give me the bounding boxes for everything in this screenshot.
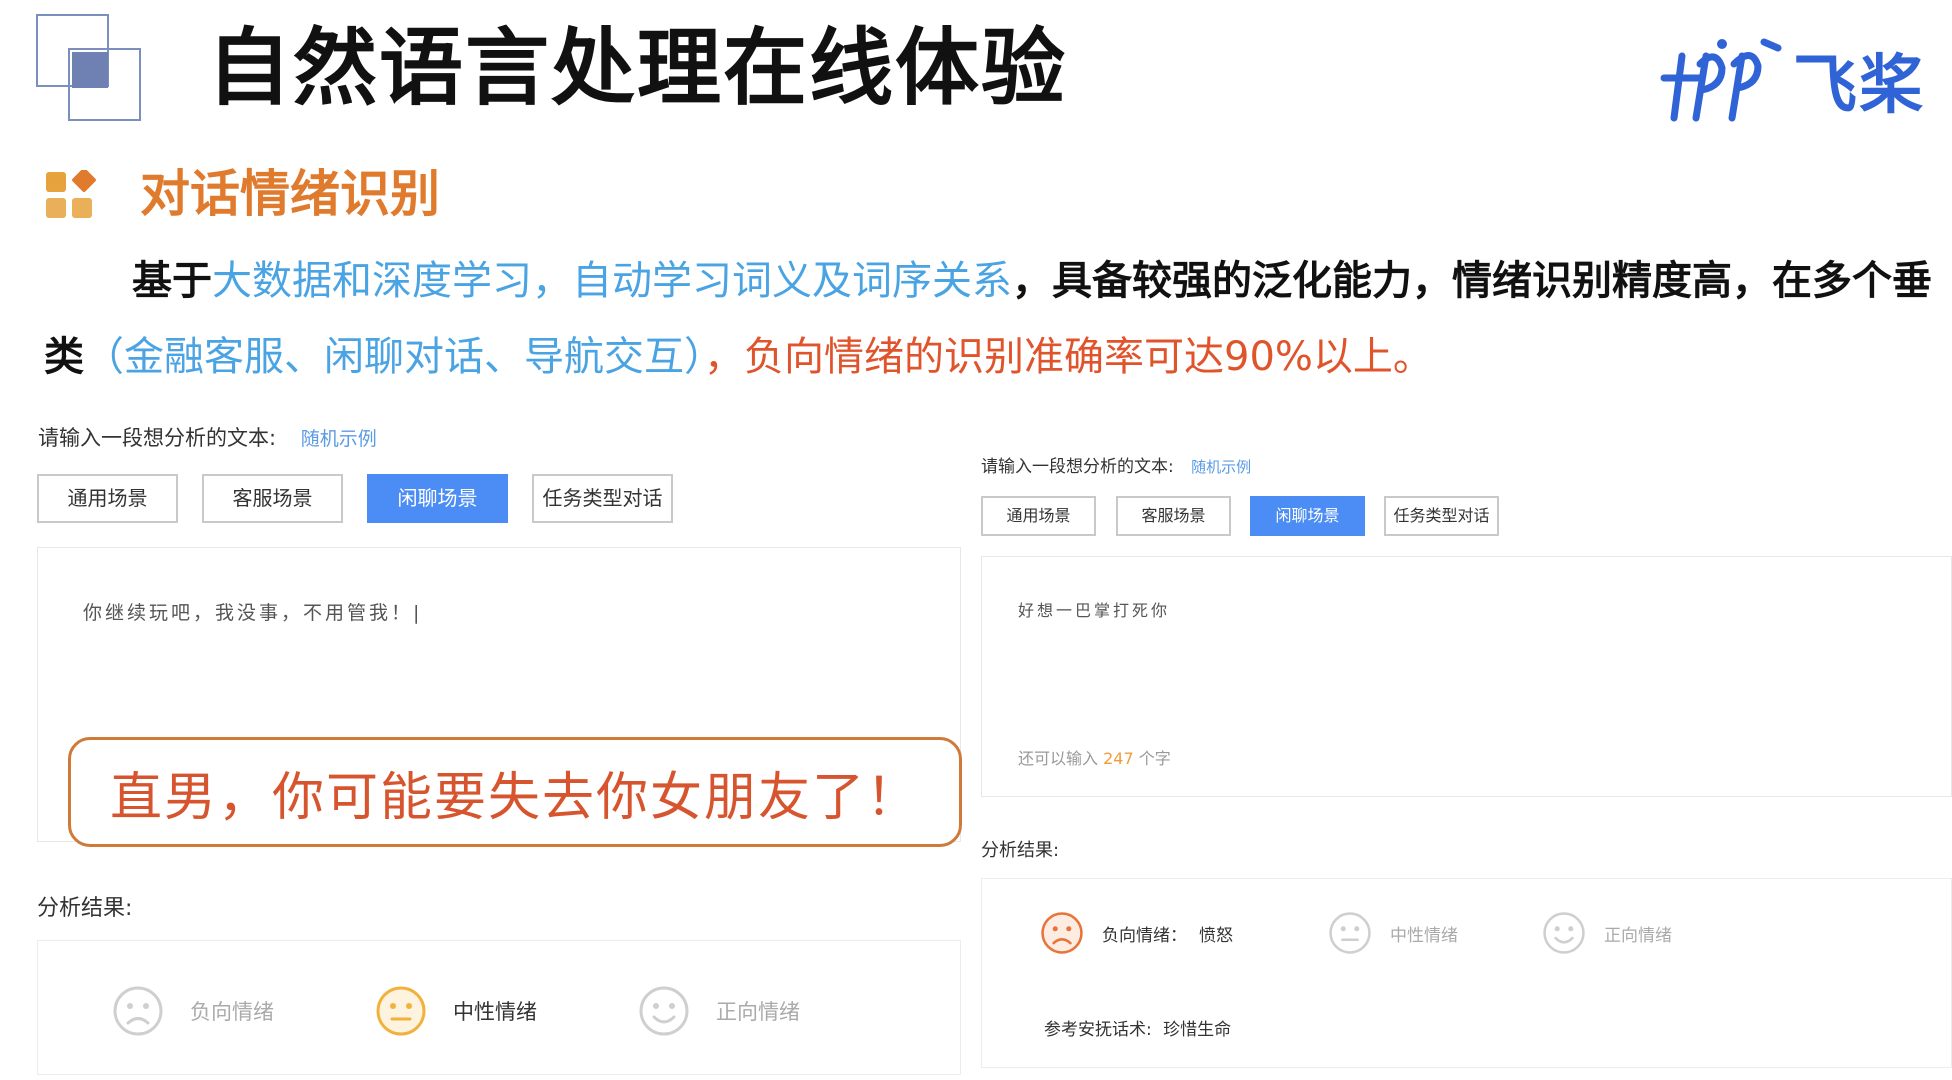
left-tab-chitchat[interactable]: 闲聊场景 xyxy=(367,474,508,523)
desc-highlight-1: 大数据和深度学习，自动学习词义及词序关系 xyxy=(212,258,1012,304)
left-result-box: 负向情绪 中性情绪 正向情绪 xyxy=(37,940,961,1075)
sad-face-icon xyxy=(113,986,163,1036)
counter-suffix: 个字 xyxy=(1138,749,1171,768)
left-tab-general[interactable]: 通用场景 xyxy=(37,474,178,523)
left-emotion-negative-label: 负向情绪 xyxy=(190,1000,274,1024)
comfort-value: 珍惜生命 xyxy=(1163,1020,1232,1040)
left-emotion-neutral-label: 中性情绪 xyxy=(453,1000,537,1024)
right-emotion-positive-label: 正向情绪 xyxy=(1604,925,1672,946)
right-emotion-negative: 负向情绪： 愤怒 xyxy=(1040,911,1233,955)
happy-face-icon xyxy=(639,986,689,1036)
section-title: 对话情绪识别 xyxy=(140,165,440,223)
callout-banner: 直男，你可能要失去你女朋友了！ xyxy=(68,737,962,847)
right-char-counter: 还可以输入 247 个字 xyxy=(1018,745,1171,769)
left-emotion-neutral: 中性情绪 xyxy=(375,985,537,1037)
left-tab-task-dialog[interactable]: 任务类型对话 xyxy=(532,474,673,523)
desc-highlight-2: （金融客服、闲聊对话、导航交互） xyxy=(84,334,704,380)
right-result-box: 负向情绪： 愤怒 中性情绪 正向情绪 参考安抚话术: 珍惜生命 xyxy=(981,878,1952,1068)
right-text-input[interactable]: 好想一巴掌打死你 还可以输入 247 个字 xyxy=(981,556,1952,797)
right-tab-task-dialog[interactable]: 任务类型对话 xyxy=(1384,496,1499,536)
square-deco-outline xyxy=(68,48,141,121)
grid-blocks-icon xyxy=(44,168,96,222)
right-emotion-negative-value: 愤怒 xyxy=(1199,925,1233,946)
right-emotion-neutral-label: 中性情绪 xyxy=(1390,925,1458,946)
desc-text-1: 基于 xyxy=(132,258,212,304)
left-tab-customer-service[interactable]: 客服场景 xyxy=(202,474,343,523)
counter-value: 247 xyxy=(1103,749,1134,768)
right-emotion-positive: 正向情绪 xyxy=(1542,911,1672,955)
section-description: 基于大数据和深度学习，自动学习词义及词序关系，具备较强的泛化能力，情绪识别精度高… xyxy=(44,243,1934,395)
desc-highlight-red: ，负向情绪的识别准确率可达90%以上。 xyxy=(704,334,1433,380)
right-comfort-suggestion: 参考安抚话术: 珍惜生命 xyxy=(1044,1015,1231,1040)
right-tab-customer-service[interactable]: 客服场景 xyxy=(1116,496,1231,536)
right-prompt-label: 请输入一段想分析的文本: 随机示例 xyxy=(981,452,1251,477)
neutral-face-icon xyxy=(1329,912,1371,954)
right-input-text: 好想一巴掌打死你 xyxy=(1018,601,1171,620)
right-result-label: 分析结果: xyxy=(981,840,1060,861)
left-prompt-label: 请输入一段想分析的文本: 随机示例 xyxy=(38,422,377,452)
right-emotion-negative-label: 负向情绪： xyxy=(1102,925,1187,946)
comfort-label: 参考安抚话术: xyxy=(1044,1020,1152,1040)
sad-face-icon xyxy=(1041,912,1083,954)
happy-face-icon xyxy=(1543,912,1585,954)
logo-text: 飞桨 xyxy=(1793,49,1925,123)
left-random-example-link[interactable]: 随机示例 xyxy=(301,428,377,450)
neutral-face-icon xyxy=(376,986,426,1036)
left-emotion-positive: 正向情绪 xyxy=(638,985,800,1037)
paddle-logo-icon xyxy=(1660,38,1782,122)
left-emotion-positive-label: 正向情绪 xyxy=(716,1000,800,1024)
left-input-text: 你继续玩吧，我没事，不用管我！| xyxy=(83,602,423,624)
page-title: 自然语言处理在线体验 xyxy=(207,19,1068,117)
counter-prefix: 还可以输入 xyxy=(1018,749,1099,768)
left-result-label: 分析结果: xyxy=(37,896,133,921)
right-tab-general[interactable]: 通用场景 xyxy=(981,496,1096,536)
right-emotion-neutral: 中性情绪 xyxy=(1328,911,1458,955)
paddle-logo[interactable]: 飞桨 xyxy=(1660,26,1930,126)
left-emotion-negative: 负向情绪 xyxy=(112,985,274,1037)
right-tab-chitchat[interactable]: 闲聊场景 xyxy=(1250,496,1365,536)
left-prompt-text: 请输入一段想分析的文本: xyxy=(38,426,277,450)
right-random-example-link[interactable]: 随机示例 xyxy=(1191,458,1251,476)
right-prompt-text: 请输入一段想分析的文本: xyxy=(981,457,1174,477)
